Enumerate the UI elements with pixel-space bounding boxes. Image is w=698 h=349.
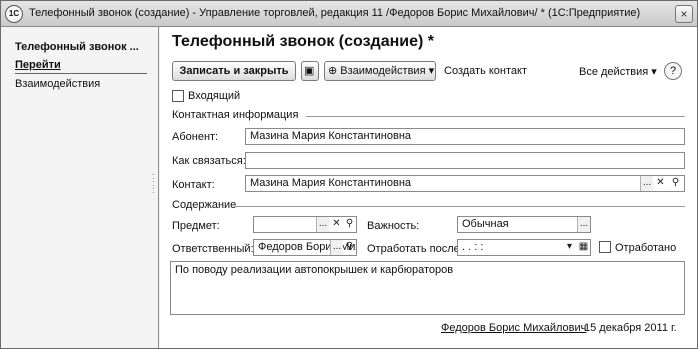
- how-to-contact-label: Как связаться:: [172, 155, 246, 167]
- calendar-icon[interactable]: ▦: [577, 240, 590, 255]
- contact-select-button[interactable]: ...: [640, 176, 653, 191]
- all-actions-menu[interactable]: Все действия ▾: [579, 65, 657, 78]
- sidebar-divider: [15, 73, 147, 74]
- app-window: 1С Телефонный звонок (создание) - Управл…: [0, 0, 698, 349]
- processed-label: Отработано: [615, 242, 677, 254]
- document-date: 15 декабря 2011 г.: [584, 322, 677, 334]
- author-link[interactable]: Федоров Борис Михайлович: [441, 322, 586, 334]
- contact-search-icon[interactable]: ⚲: [669, 176, 682, 191]
- contact-section-title: Контактная информация: [172, 109, 299, 121]
- title-bar: 1С Телефонный звонок (создание) - Управл…: [1, 1, 697, 27]
- contact-clear-icon[interactable]: ✕: [654, 176, 667, 191]
- interactions-icon: ⊕: [328, 65, 338, 77]
- processed-checkbox[interactable]: [599, 241, 611, 253]
- subscriber-label: Абонент:: [172, 131, 219, 143]
- importance-label: Важность:: [367, 220, 420, 232]
- create-contact-button[interactable]: Создать контакт: [444, 65, 527, 77]
- responsible-label: Ответственный:: [172, 243, 254, 255]
- subject-label: Предмет:: [172, 220, 220, 232]
- form-area: Телефонный звонок (создание) * Записать …: [160, 27, 697, 348]
- page-title: Телефонный звонок (создание) *: [172, 33, 434, 50]
- process-after-label: Отработать после:: [367, 243, 463, 255]
- incoming-checkbox[interactable]: [172, 90, 184, 102]
- save-button[interactable]: ▣: [301, 61, 319, 81]
- save-and-close-button[interactable]: Записать и закрыть: [172, 61, 296, 81]
- interactions-label: Взаимодействия: [340, 65, 426, 77]
- responsible-select-button[interactable]: ...: [330, 240, 343, 255]
- contact-label: Контакт:: [172, 179, 215, 191]
- sidebar-item-interactions[interactable]: Взаимодействия: [15, 78, 100, 90]
- subject-clear-icon[interactable]: ✕: [330, 217, 343, 232]
- subject-search-icon[interactable]: ⚲: [343, 217, 356, 232]
- description-textarea[interactable]: По поводу реализации автопокрышек и карб…: [170, 261, 685, 315]
- app-logo-icon: 1С: [5, 5, 23, 23]
- window-title: Телефонный звонок (создание) - Управлени…: [29, 7, 641, 19]
- help-button[interactable]: ?: [664, 62, 682, 80]
- sidebar-nav-header: Перейти: [15, 59, 61, 71]
- sidebar: Телефонный звонок ... Перейти Взаимодейс…: [1, 27, 159, 348]
- importance-field[interactable]: Обычная: [457, 216, 591, 233]
- subscriber-field[interactable]: Мазина Мария Константиновна: [245, 128, 685, 145]
- chevron-down-icon: ▾: [651, 66, 657, 78]
- subject-select-button[interactable]: ...: [316, 217, 329, 232]
- sidebar-title: Телефонный звонок ...: [15, 41, 139, 53]
- window-close-button[interactable]: ×: [675, 5, 693, 23]
- incoming-label: Входящий: [188, 90, 241, 102]
- content-section-title: Содержание: [172, 199, 237, 211]
- importance-select-button[interactable]: ...: [577, 217, 590, 232]
- chevron-down-icon: ▾: [428, 65, 435, 77]
- how-to-contact-field[interactable]: [245, 152, 685, 169]
- save-icon: ▣: [304, 65, 315, 77]
- process-after-dropdown-icon[interactable]: ▾: [563, 240, 576, 255]
- contact-section-divider: [306, 116, 685, 117]
- all-actions-label: Все действия: [579, 66, 649, 78]
- interactions-menu-button[interactable]: ⊕ Взаимодействия ▾: [324, 61, 436, 81]
- responsible-search-icon[interactable]: ⚲: [343, 240, 356, 255]
- contact-field[interactable]: Мазина Мария Константиновна: [245, 175, 685, 192]
- content-section-divider: [234, 206, 685, 207]
- splitter-handle[interactable]: :::: [152, 172, 155, 195]
